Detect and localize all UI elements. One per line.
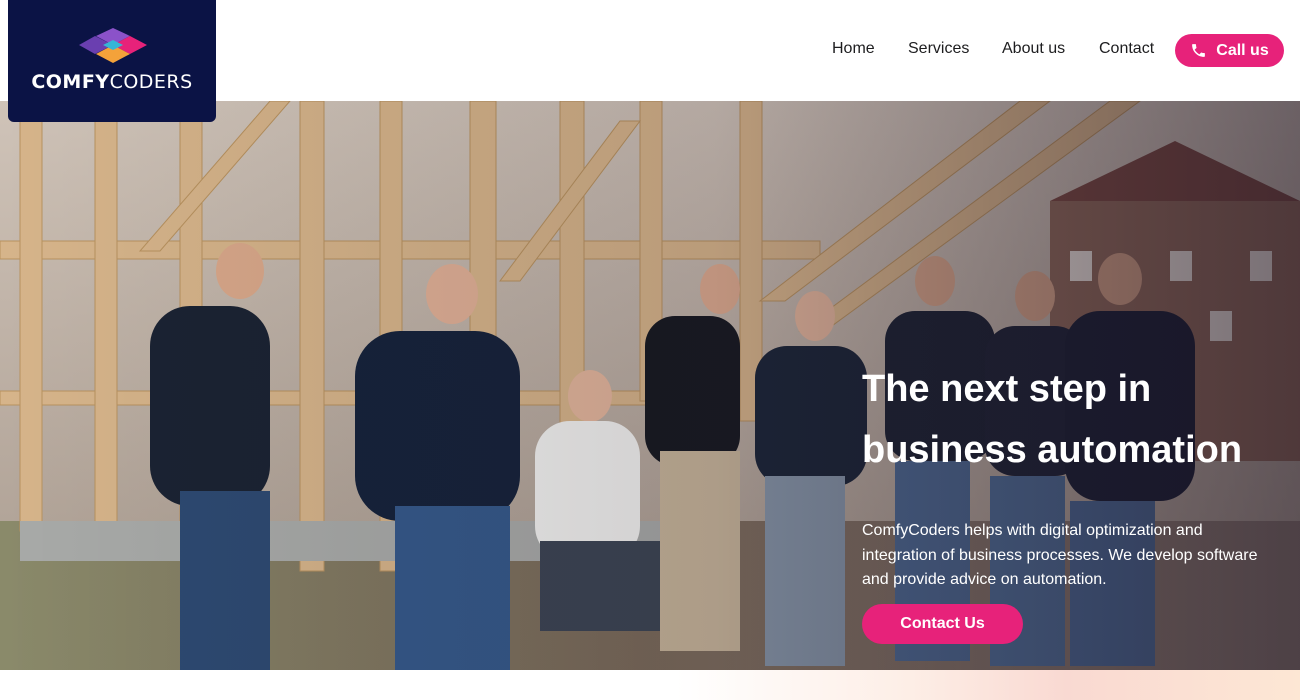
section-divider bbox=[0, 670, 1300, 700]
logo-word-bold: COMFY bbox=[31, 71, 110, 93]
hero-title: The next step in business automation bbox=[862, 359, 1282, 481]
call-us-label: Call us bbox=[1216, 41, 1269, 59]
diamond-logo-icon bbox=[79, 28, 147, 63]
contact-us-button[interactable]: Contact Us bbox=[862, 604, 1023, 644]
call-us-button[interactable]: Call us bbox=[1175, 34, 1284, 67]
hero-section: The next step in business automation Com… bbox=[0, 101, 1300, 670]
nav-contact-link[interactable]: Contact bbox=[1099, 40, 1154, 58]
logo-wordmark: COMFYCODERS bbox=[8, 71, 216, 93]
logo[interactable]: COMFYCODERS bbox=[8, 0, 216, 122]
hero-description: ComfyCoders helps with digital optimizat… bbox=[862, 522, 1258, 588]
logo-word-light: CODERS bbox=[109, 71, 193, 93]
nav-home-link[interactable]: Home bbox=[832, 40, 875, 58]
nav-about-link[interactable]: About us bbox=[1002, 40, 1065, 58]
hero-title-line2: business automation bbox=[862, 429, 1243, 471]
phone-icon bbox=[1192, 44, 1206, 57]
hero-title-line1: The next step in bbox=[862, 368, 1152, 410]
nav-services-link[interactable]: Services bbox=[908, 40, 969, 58]
